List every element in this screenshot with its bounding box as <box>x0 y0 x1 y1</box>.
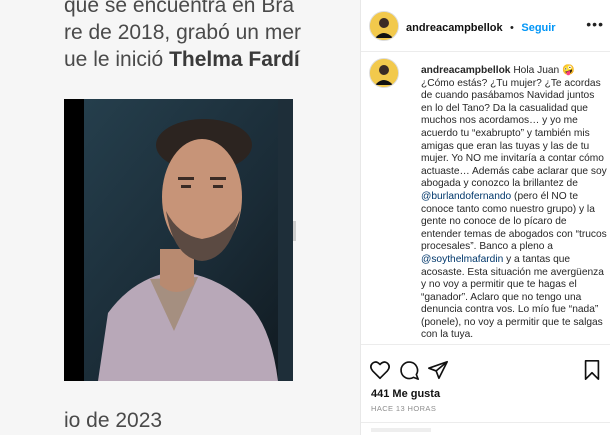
page: que se encuentra en Bra re de 2018, grab… <box>0 0 610 435</box>
share-icon[interactable] <box>427 359 449 381</box>
likes-count[interactable]: 441 Me gusta <box>371 388 440 400</box>
post-caption: andreacampbellok Hola Juan 🤪¿Cómo estás?… <box>421 65 607 342</box>
avatar[interactable] <box>369 11 399 41</box>
comment-icon[interactable] <box>398 359 420 381</box>
article-line-3: ue le inició Thelma Fardí <box>64 48 300 72</box>
caption-avatar[interactable] <box>369 58 399 88</box>
avatar-image <box>370 12 398 40</box>
caption-username[interactable]: andreacampbellok <box>421 65 510 76</box>
post-timestamp: HACE 13 HORAS <box>371 404 437 413</box>
instagram-post-panel: andreacampbellok • Seguir ••• andreacamp… <box>361 0 610 435</box>
avatar-image <box>370 59 398 87</box>
header-user-row: andreacampbellok • Seguir <box>406 18 556 36</box>
separator-dot: • <box>510 22 514 34</box>
caption-text-1: Hola Juan 🤪¿Cómo estás? ¿Tu mujer? ¿Te a… <box>421 65 607 190</box>
article-line-3-text: ue le inició <box>64 48 170 71</box>
article-name-highlight: Thelma Fardí <box>169 48 300 71</box>
caption-text-3: y a tantas que acosaste. Esta situación … <box>421 253 604 341</box>
article-line-2: re de 2018, grabó un mer <box>64 21 301 44</box>
heart-icon[interactable] <box>369 359 391 381</box>
comment-input-stub[interactable] <box>371 428 431 432</box>
post-username[interactable]: andreacampbellok <box>406 22 503 34</box>
article-line-1: que se encuentra en Bra <box>64 0 294 17</box>
mention-link[interactable]: @burlandofernando <box>421 191 511 202</box>
more-options-icon[interactable]: ••• <box>586 16 604 32</box>
post-header: andreacampbellok • Seguir ••• <box>361 0 610 52</box>
bookmark-icon[interactable] <box>581 359 603 381</box>
follow-button[interactable]: Seguir <box>521 22 555 34</box>
divider <box>361 422 610 423</box>
video-frame[interactable] <box>64 99 293 381</box>
mention-link[interactable]: @soythelmafardin <box>421 254 503 265</box>
article-panel: que se encuentra en Bra re de 2018, grab… <box>0 0 361 435</box>
article-line-4: io de 2023 <box>64 409 163 432</box>
post-actions <box>361 344 610 385</box>
man-portrait-image <box>64 99 293 381</box>
